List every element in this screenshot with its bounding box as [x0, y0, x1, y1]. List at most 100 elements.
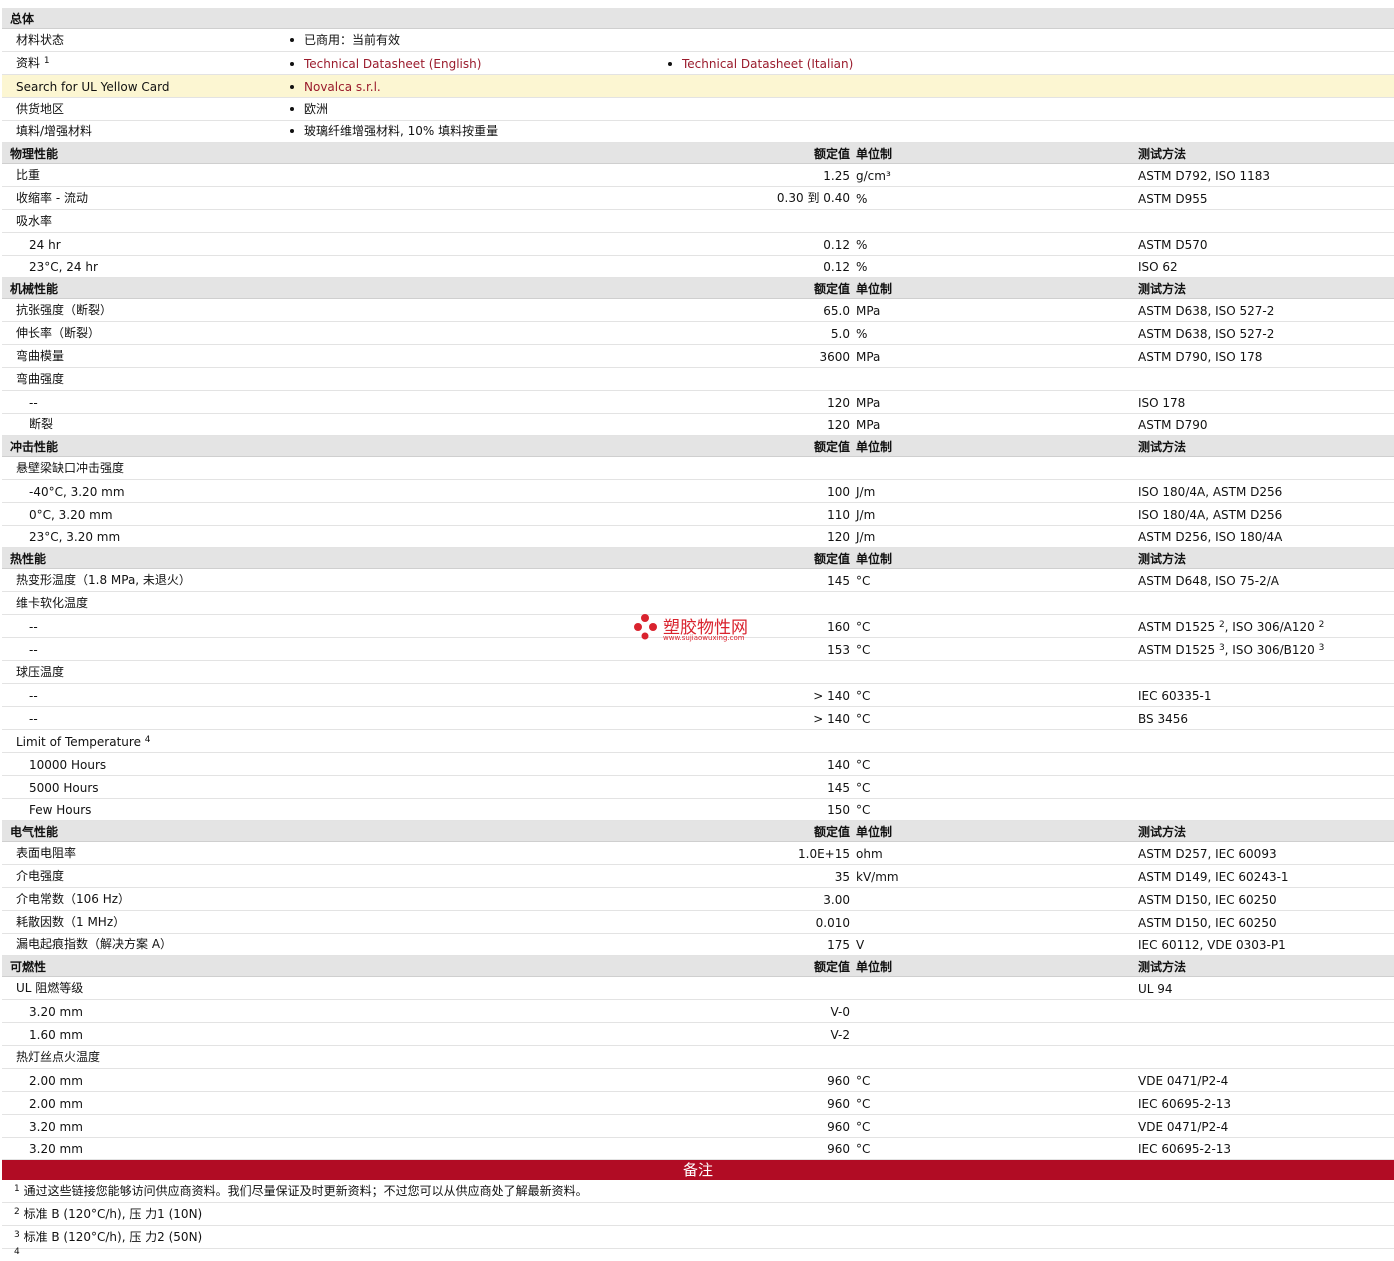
- property-unit: °C: [856, 689, 871, 703]
- property-row: Few Hours 150 °C: [2, 799, 1394, 821]
- property-name: 维卡软化温度: [16, 596, 89, 610]
- column-header-value: 额定值: [813, 960, 850, 974]
- section-title: 冲击性能: [10, 440, 59, 454]
- property-row: 介电强度 35 kV/mm ASTM D149, IEC 60243-1: [2, 865, 1394, 888]
- column-header-unit: 单位制: [856, 440, 893, 454]
- test-method: VDE 0471/P2-4: [1138, 1120, 1229, 1134]
- property-name: 5000 Hours: [29, 781, 99, 795]
- section-header-flammability: 可燃性 额定值 单位制 测试方法: [2, 956, 1394, 977]
- row-documents: 资料 1 Technical Datasheet (English) Techn…: [2, 52, 1394, 75]
- property-value: 5.0: [830, 327, 850, 341]
- property-name: 热变形温度（1.8 MPa, 未退火）: [16, 573, 191, 587]
- property-row: 收缩率 - 流动 0.30 到 0.40 % ASTM D955: [2, 187, 1394, 210]
- column-header-value: 额定值: [813, 552, 850, 566]
- property-name: --: [29, 396, 38, 410]
- row-material-status: 材料状态 已商用：当前有效: [2, 29, 1394, 52]
- row-ul-yellow-card: Search for UL Yellow Card Novalca s.r.l.: [2, 75, 1394, 98]
- footnote-ref: 4: [144, 735, 151, 745]
- property-row: UL 阻燃等级 UL 94: [2, 977, 1394, 1000]
- section-header-physical: 物理性能 额定值 单位制 测试方法: [2, 143, 1394, 164]
- property-row: -40°C, 3.20 mm 100 J/m ISO 180/4A, ASTM …: [2, 480, 1394, 503]
- property-row: 断裂 120 MPa ASTM D790: [2, 414, 1394, 436]
- footnote-body: 通过这些链接您能够访问供应商资料。我们尽量保证及时更新资料；不过您可以从供应商处…: [23, 1184, 588, 1198]
- column-header-value: 额定值: [813, 147, 850, 161]
- column-header-unit: 单位制: [856, 825, 893, 839]
- column-header-unit: 单位制: [856, 282, 893, 296]
- column-header-value: 额定值: [813, 440, 850, 454]
- test-method: ISO 178: [1138, 396, 1186, 410]
- property-row: -- > 140 °C IEC 60335-1: [2, 684, 1394, 707]
- column-header-unit: 单位制: [856, 147, 893, 161]
- property-name: --: [29, 643, 38, 657]
- footnote-text: 1 通过这些链接您能够访问供应商资料。我们尽量保证及时更新资料；不过您可以从供应…: [14, 1182, 588, 1199]
- test-method: ASTM D570: [1138, 238, 1208, 252]
- property-unit: °C: [856, 803, 871, 817]
- property-unit: J/m: [856, 530, 876, 544]
- property-unit: MPa: [856, 418, 881, 432]
- property-name: 23°C, 3.20 mm: [29, 530, 121, 544]
- property-name: 收缩率 - 流动: [16, 191, 88, 205]
- supplier-link[interactable]: Novalca s.r.l.: [304, 80, 381, 94]
- footnote-body: 标准 B (120°C/h), 压 力1 (10N): [23, 1207, 203, 1221]
- property-row: 热变形温度（1.8 MPa, 未退火） 145 °C ASTM D648, IS…: [2, 569, 1394, 592]
- property-name: 表面电阻率: [16, 846, 77, 860]
- property-value: 150: [827, 803, 850, 817]
- property-unit: °C: [856, 758, 871, 772]
- section-header-impact: 冲击性能 额定值 单位制 测试方法: [2, 436, 1394, 457]
- property-row: 1.60 mm V-2: [2, 1023, 1394, 1046]
- property-name: 漏电起痕指数（解决方案 A）: [16, 937, 173, 951]
- column-header-test: 测试方法: [1138, 440, 1187, 454]
- bullet-item: Novalca s.r.l.: [290, 80, 381, 94]
- datasheet-page: 总体 材料状态 已商用：当前有效 资料 1 Technical Datashee…: [0, 0, 1394, 1258]
- property-group-row: 悬壁梁缺口冲击强度: [2, 457, 1394, 480]
- test-method: ISO 62: [1138, 260, 1178, 274]
- property-unit: V: [856, 938, 865, 952]
- property-unit: MPa: [856, 350, 881, 364]
- property-value: 175: [827, 938, 850, 952]
- datasheet-italian-link[interactable]: Technical Datasheet (Italian): [682, 57, 853, 71]
- test-method: BS 3456: [1138, 712, 1188, 726]
- footnote-text: 4: [14, 1247, 20, 1261]
- test-method-part: , ISO 306/B120: [1224, 643, 1315, 657]
- property-value: 145: [827, 574, 850, 588]
- property-row: 5000 Hours 145 °C: [2, 776, 1394, 799]
- footnote-text: 3 标准 B (120°C/h), 压 力2 (50N): [14, 1228, 202, 1245]
- section-header-mechanical: 机械性能 额定值 单位制 测试方法: [2, 278, 1394, 299]
- property-row: 10000 Hours 140 °C: [2, 753, 1394, 776]
- property-row: 2.00 mm 960 °C IEC 60695-2-13: [2, 1092, 1394, 1115]
- property-value: 0.12: [823, 260, 850, 274]
- test-method-part: ASTM D1525: [1138, 643, 1216, 657]
- bullet-icon: [668, 61, 672, 66]
- property-unit: °C: [856, 643, 871, 657]
- datasheet-english-link[interactable]: Technical Datasheet (English): [304, 57, 481, 71]
- footnote: 4: [2, 1247, 1394, 1261]
- property-unit: °C: [856, 1074, 871, 1088]
- footnote-ref: 2: [1318, 620, 1325, 630]
- property-name: 伸长率（断裂）: [16, 326, 101, 340]
- property-value: 110: [827, 508, 850, 522]
- column-header-value: 额定值: [813, 282, 850, 296]
- footnote-body: 标准 B (120°C/h), 压 力2 (50N): [23, 1230, 203, 1244]
- property-group-row: 热灯丝点火温度: [2, 1046, 1394, 1069]
- watermark-url: www.sujiaowuxing.com: [663, 634, 745, 642]
- property-name: 介电强度: [16, 869, 65, 883]
- property-unit: °C: [856, 781, 871, 795]
- test-method: IEC 60695-2-13: [1138, 1097, 1232, 1111]
- property-row: 3.20 mm V-0: [2, 1000, 1394, 1023]
- property-name: 悬壁梁缺口冲击强度: [16, 461, 125, 475]
- property-name: 吸水率: [16, 214, 53, 228]
- property-value: > 140: [813, 712, 850, 726]
- property-value: > 140: [813, 689, 850, 703]
- watermark: 塑胶物性网 www.sujiaowuxing.com: [633, 612, 773, 648]
- bullet-item: 已商用：当前有效: [290, 31, 400, 48]
- property-row: -- 120 MPa ISO 178: [2, 391, 1394, 414]
- property-row: 抗张强度（断裂） 65.0 MPa ASTM D638, ISO 527-2: [2, 299, 1394, 322]
- notes-header: 备注: [2, 1160, 1394, 1180]
- property-value: 153: [827, 643, 850, 657]
- bullet-item: Technical Datasheet (English): [290, 57, 481, 71]
- property-row: 23°C, 3.20 mm 120 J/m ASTM D256, ISO 180…: [2, 526, 1394, 548]
- test-method: ASTM D648, ISO 75-2/A: [1138, 574, 1279, 588]
- test-method: ASTM D638, ISO 527-2: [1138, 327, 1275, 341]
- footnote-number: 4: [14, 1247, 20, 1257]
- property-value: 35: [834, 870, 850, 884]
